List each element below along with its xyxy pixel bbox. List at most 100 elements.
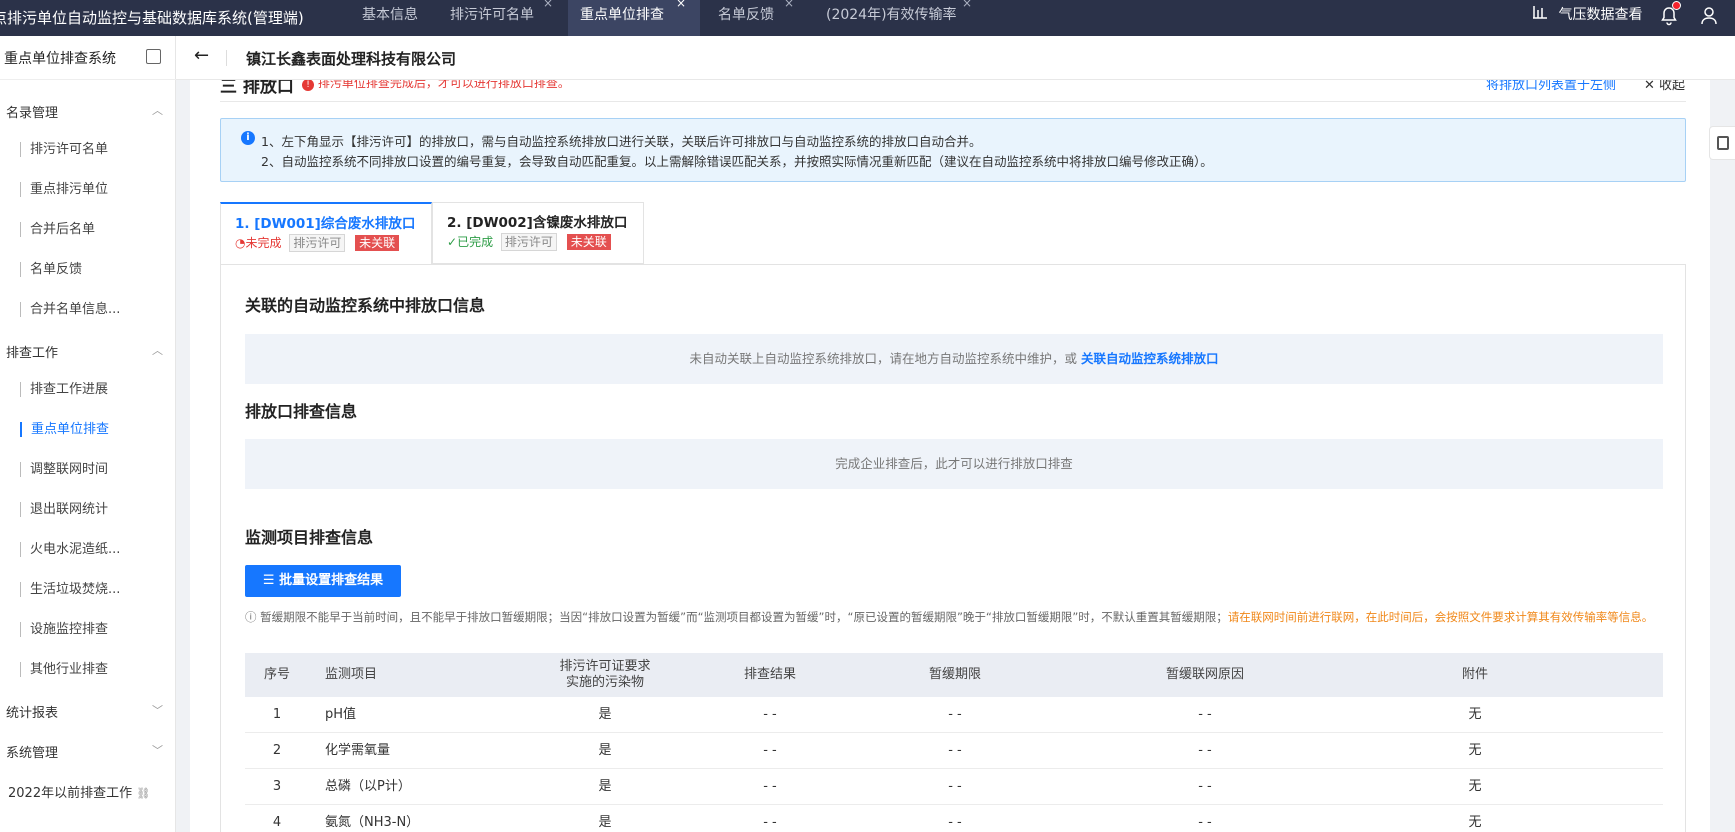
info-icon: i bbox=[241, 131, 255, 145]
outlet-tab-title: 1. [DW001]综合废水排放口 bbox=[235, 216, 416, 232]
outlet-tab-dw001[interactable]: 1. [DW001]综合废水排放口 ◔未完成 排污许可 未关联 bbox=[220, 202, 432, 264]
status-text: 已完成 bbox=[457, 235, 494, 249]
sidebar-header: 重点单位排查系统 bbox=[0, 36, 176, 80]
sidebar-item-merged-list[interactable]: 合并后名单 bbox=[20, 222, 95, 237]
sidebar-item-exit-network-stats[interactable]: 退出联网统计 bbox=[20, 502, 108, 517]
section-hint: ! 排污单位排查完成后，才可以进行排放口排查。 bbox=[302, 80, 570, 91]
cell-reason: - - bbox=[1198, 814, 1212, 830]
pressure-data-label: 气压数据查看 bbox=[1558, 7, 1643, 23]
table-row: 1 pH值 是 - - - - - - 无 bbox=[245, 697, 1663, 733]
cell-reason: - - bbox=[1198, 706, 1212, 722]
sidebar: 重点单位排查系统 名录管理 ︿ 排污许可名单 重点排污单位 合并后名单 名单反馈… bbox=[0, 36, 176, 832]
tab-permit-list[interactable]: 排污许可名单 × bbox=[438, 0, 568, 36]
sidebar-item-adjust-network-time[interactable]: 调整联网时间 bbox=[20, 462, 108, 477]
sidebar-item-waste-incineration[interactable]: 生活垃圾焚烧... bbox=[20, 582, 120, 597]
cell-attachment: 无 bbox=[1468, 742, 1482, 758]
col-header-index: 序号 bbox=[263, 667, 290, 682]
close-icon[interactable]: × bbox=[676, 0, 686, 10]
chevron-up-icon[interactable]: ︿ bbox=[152, 102, 163, 118]
sidebar-item-key-unit-check[interactable]: 重点单位排查 bbox=[20, 422, 109, 437]
sidebar-title: 重点单位排查系统 bbox=[4, 51, 116, 67]
tab-key-unit-check[interactable]: 重点单位排查 × bbox=[568, 0, 700, 36]
sidebar-item-facility-monitoring[interactable]: 设施监控排查 bbox=[20, 622, 108, 637]
close-icon[interactable]: × bbox=[543, 0, 553, 10]
company-name: 镇江长鑫表面处理科技有限公司 bbox=[246, 50, 457, 68]
close-icon[interactable]: × bbox=[962, 0, 972, 10]
col-header-result: 排查结果 bbox=[743, 667, 796, 682]
link-auto-monitor-outlet[interactable]: 关联自动监控系统排放口 bbox=[1081, 351, 1219, 366]
side-tool-button[interactable] bbox=[1709, 126, 1735, 160]
cell-permit-required: 是 bbox=[598, 742, 612, 758]
link-status-badge: 未关联 bbox=[355, 235, 400, 251]
notice-line-2: 2、自动监控系统不同排放口设置的编号重复，会导致自动匹配重复。以上需解除错误匹配… bbox=[261, 154, 1213, 169]
sidebar-link-label: 2022年以前排查工作 bbox=[8, 786, 133, 801]
cell-result: - - bbox=[763, 706, 777, 722]
user-icon[interactable] bbox=[1700, 6, 1718, 30]
main-panel: 三 排放口 ! 排污单位排查完成后，才可以进行排放口排查。 将排放口列表置于左侧… bbox=[190, 80, 1715, 832]
outlet-tab-badges: ✓已完成 排污许可 未关联 bbox=[447, 233, 611, 251]
close-icon[interactable]: × bbox=[784, 0, 794, 10]
outlet-tab-dw002[interactable]: 2. [DW002]含镍废水排放口 ✓已完成 排污许可 未关联 bbox=[432, 202, 644, 264]
cell-permit-required: 是 bbox=[598, 778, 612, 794]
back-arrow-icon[interactable]: ← bbox=[194, 45, 209, 66]
batch-set-result-button[interactable]: ☰ 批量设置排查结果 bbox=[245, 565, 401, 597]
divider bbox=[226, 50, 227, 66]
tab-basic-info[interactable]: 基本信息 bbox=[350, 0, 438, 36]
cell-deadline: - - bbox=[948, 706, 962, 722]
sidebar-group-reports[interactable]: 统计报表 bbox=[6, 702, 58, 721]
outlet-tab-title: 2. [DW002]含镍废水排放口 bbox=[447, 215, 628, 231]
top-bar: 点排污单位自动监控与基础数据库系统(管理端) 基本信息 排污许可名单 × 重点单… bbox=[0, 0, 1735, 36]
cell-result: - - bbox=[763, 742, 777, 758]
sidebar-item-list-feedback[interactable]: 名单反馈 bbox=[20, 262, 82, 277]
source-badge: 排污许可 bbox=[500, 233, 557, 251]
collapse-sidebar-icon[interactable] bbox=[146, 49, 161, 64]
table-row: 3 总磷（以P计） 是 - - - - - - 无 bbox=[245, 769, 1663, 805]
close-icon: ✕ bbox=[1644, 80, 1655, 93]
collapse-button[interactable]: ✕ 收起 bbox=[1644, 80, 1685, 93]
bell-icon[interactable] bbox=[1660, 1, 1681, 30]
sidebar-group-directory[interactable]: 名录管理 bbox=[6, 102, 58, 121]
monitor-table: 序号 监测项目 排污许可证要求实施的污染物 排查结果 暂缓期限 暂缓联网原因 附… bbox=[245, 653, 1663, 832]
tip-text: 暂缓期限不能早于当前时间，且不能早于排放口暂缓期限；当因“排放口设置为暂缓”而“… bbox=[260, 610, 1228, 624]
content-header: ← 镇江长鑫表面处理科技有限公司 bbox=[176, 36, 1735, 80]
col-header-deadline: 暂缓期限 bbox=[928, 667, 981, 682]
notification-dot bbox=[1672, 1, 1681, 10]
tab-label: 名单反馈 bbox=[718, 7, 774, 23]
cell-index: 4 bbox=[272, 814, 282, 830]
sidebar-item-progress[interactable]: 排查工作进展 bbox=[20, 382, 108, 397]
link-icon: ⛓ bbox=[136, 787, 151, 800]
sidebar-item-merged-info[interactable]: 合并名单信息... bbox=[20, 302, 120, 317]
divider bbox=[220, 101, 1686, 102]
sidebar-item-other-industries[interactable]: 其他行业排查 bbox=[20, 662, 108, 677]
chevron-down-icon[interactable]: ﹀ bbox=[152, 742, 163, 758]
cell-result: - - bbox=[763, 778, 777, 794]
tab-label: 重点单位排查 bbox=[580, 7, 664, 23]
cell-item: pH值 bbox=[325, 706, 357, 722]
notice-line-1: 1、左下角显示【排污许可】的排放口，需与自动监控系统排放口进行关联，关联后许可排… bbox=[261, 134, 982, 149]
tab-list-feedback[interactable]: 名单反馈 × bbox=[706, 0, 810, 36]
sidebar-group-label: 名录管理 bbox=[6, 106, 59, 121]
tab-transmission-rate[interactable]: (2024年)有效传输率 × bbox=[814, 0, 984, 36]
table-row: 2 化学需氧量 是 - - - - - - 无 bbox=[245, 733, 1663, 769]
sidebar-item-key-pollution-units[interactable]: 重点排污单位 bbox=[20, 182, 108, 197]
sidebar-group-system[interactable]: 系统管理 bbox=[6, 742, 58, 761]
app-title: 点排污单位自动监控与基础数据库系统(管理端) bbox=[0, 9, 304, 27]
cell-item: 总磷（以P计） bbox=[325, 778, 411, 794]
scrollbar-track[interactable] bbox=[1710, 80, 1715, 832]
chevron-up-icon[interactable]: ︿ bbox=[152, 342, 163, 358]
sidebar-group-inspection[interactable]: 排查工作 bbox=[6, 342, 58, 361]
cell-deadline: - - bbox=[948, 778, 962, 794]
chevron-down-icon[interactable]: ﹀ bbox=[152, 702, 163, 718]
sidebar-item-power-cement-paper[interactable]: 火电水泥造纸... bbox=[20, 542, 120, 557]
cell-attachment: 无 bbox=[1468, 706, 1482, 722]
pressure-data-link[interactable]: 气压数据查看 bbox=[1532, 0, 1642, 36]
sidebar-item-permit-list[interactable]: 排污许可名单 bbox=[20, 142, 108, 157]
check-circle-icon: ✓ bbox=[447, 235, 458, 249]
monitor-section-title: 监测项目排查信息 bbox=[245, 528, 374, 547]
sidebar-link-pre-2022[interactable]: 2022年以前排查工作 ⛓ bbox=[8, 782, 150, 801]
assoc-empty-box: 未自动关联上自动监控系统排放口，请在地方自动监控系统中维护，或 关联自动监控系统… bbox=[245, 334, 1663, 384]
link-status-badge: 未关联 bbox=[566, 234, 611, 250]
move-outlet-list-left-link[interactable]: 将排放口列表置于左侧 bbox=[1486, 80, 1616, 93]
status-badge: ◔未完成 bbox=[235, 236, 282, 250]
batch-button-label: 批量设置排查结果 bbox=[279, 573, 384, 588]
